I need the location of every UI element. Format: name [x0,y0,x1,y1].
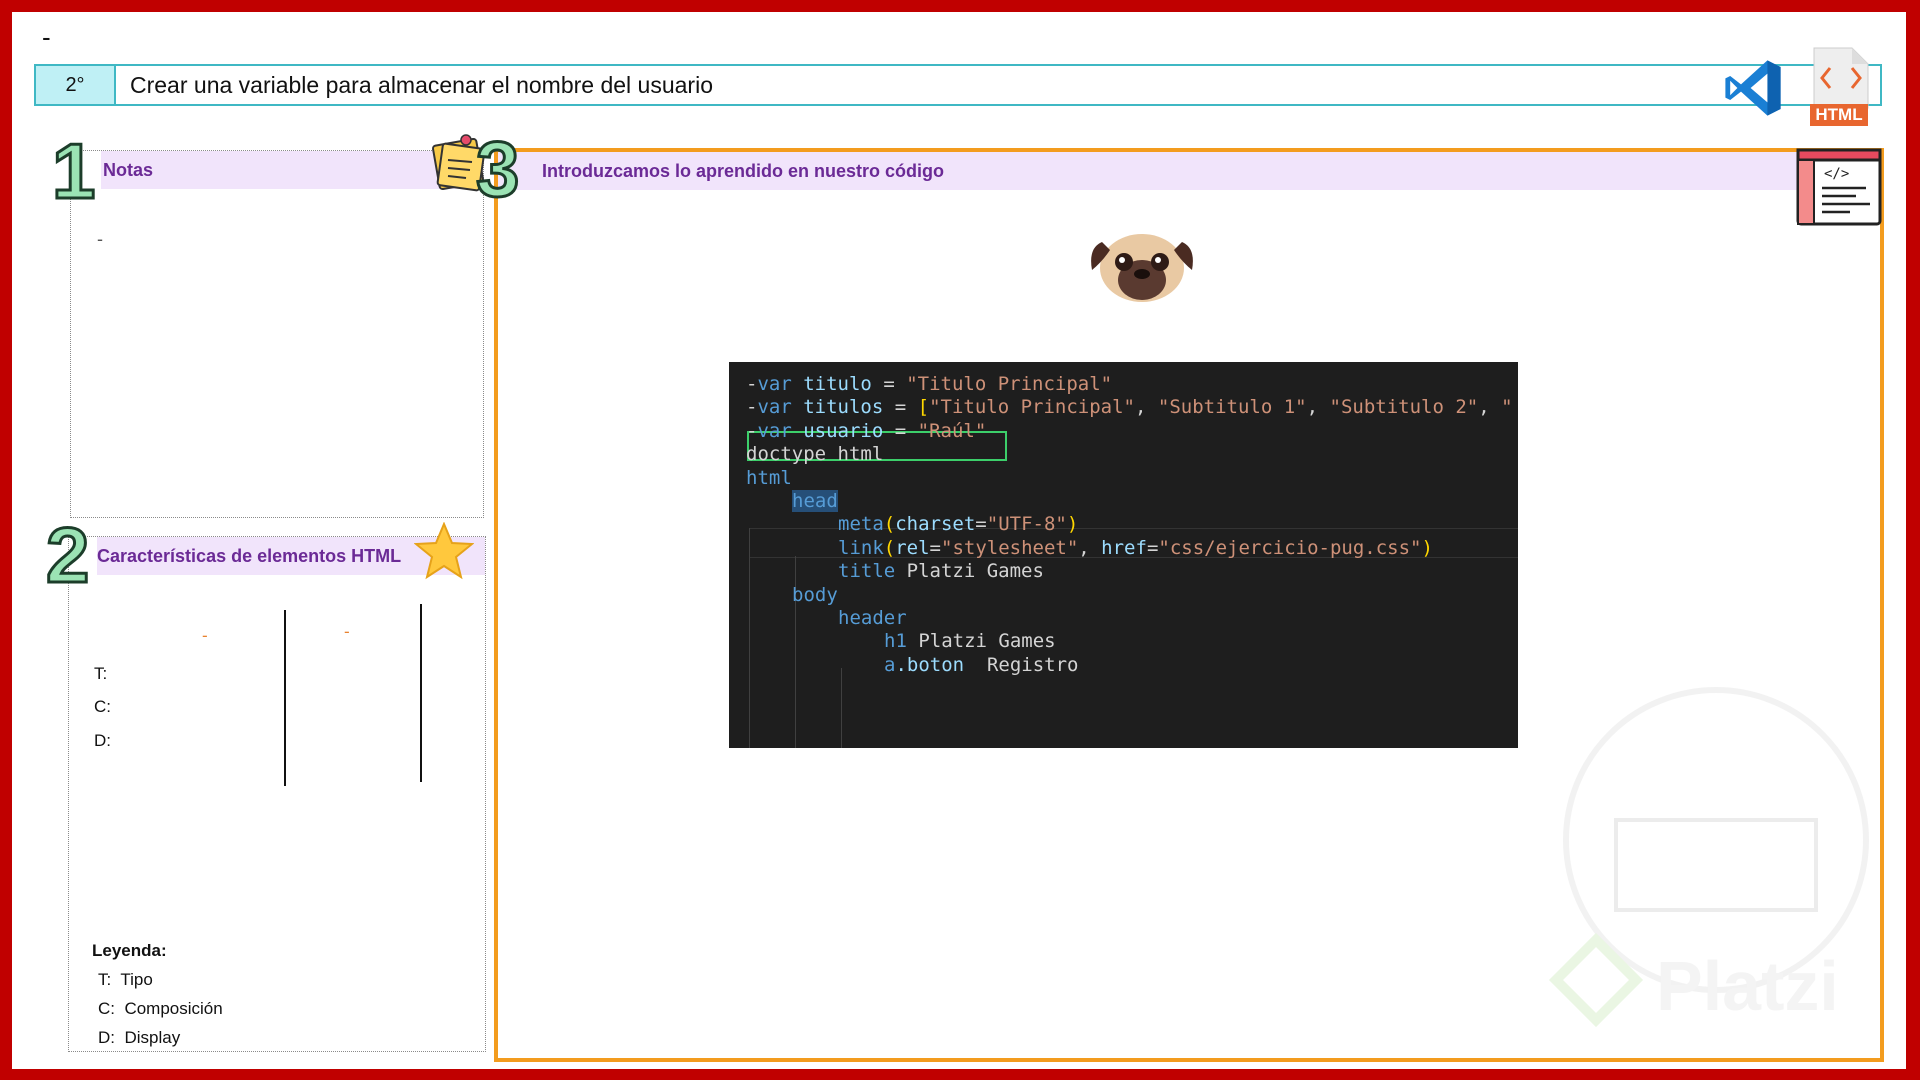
notes-header: Notas [101,151,483,189]
code-panel-title: Introduzcamos lo aprendido en nuestro có… [542,160,945,181]
notes-panel: Notas - [70,150,484,518]
column-1-dash: - [202,626,208,645]
section-number-1: 1 [50,127,96,215]
column-2-dash: - [344,622,350,641]
row-label-d: D: [94,731,111,750]
code-line: html [746,466,792,489]
row-label-c: C: [94,697,111,716]
star-icon [414,522,474,580]
step-title: Crear una variable para almacenar el nom… [130,71,713,98]
svg-text:</>: </> [1824,166,1849,182]
code-line: body [792,583,838,606]
code-editor-screenshot: -var titulo = "Titulo Principal" -var tit… [729,362,1518,748]
html-file-icon: HTML [1806,46,1872,128]
platzi-watermark: Platzi [1548,687,1869,1028]
html-badge-label: HTML [1815,105,1863,124]
code-line: a.boton Registro [884,653,1079,676]
column-divider-2 [420,604,422,782]
top-dash: - [42,22,51,52]
code-line: head [792,490,838,512]
pug-dog-icon [1091,234,1193,302]
svg-text:Platzi: Platzi [1656,947,1839,1025]
indent-guide [749,528,750,748]
column-divider-1 [284,610,286,786]
notes-placeholder: - [97,229,103,249]
section-number-2: 2 [44,511,90,599]
code-panel-header: Introduzcamos lo aprendido en nuestro có… [498,152,1880,190]
code-line: title Platzi Games [838,560,1044,583]
step-title-bar: 2° Crear una variable para almacenar el … [34,64,1882,106]
legend-item: T: Tipo [98,970,153,989]
notes-title: Notas [103,159,154,180]
indent-guide [841,668,842,748]
legend-item: C: Composición [98,999,223,1018]
legend-title: Leyenda: [92,941,167,960]
code-window-icon: </> [1796,148,1882,226]
step-number: 2° [36,66,116,104]
legend-item: D: Display [98,1028,181,1047]
html-features-title: Características de elementos HTML [97,545,402,566]
row-label-t: T: [94,664,108,683]
section-number-3: 3 [474,125,520,213]
vscode-logo-icon [1725,60,1781,116]
legend: Leyenda: T: Tipo C: Composición D: Displ… [92,936,223,1052]
